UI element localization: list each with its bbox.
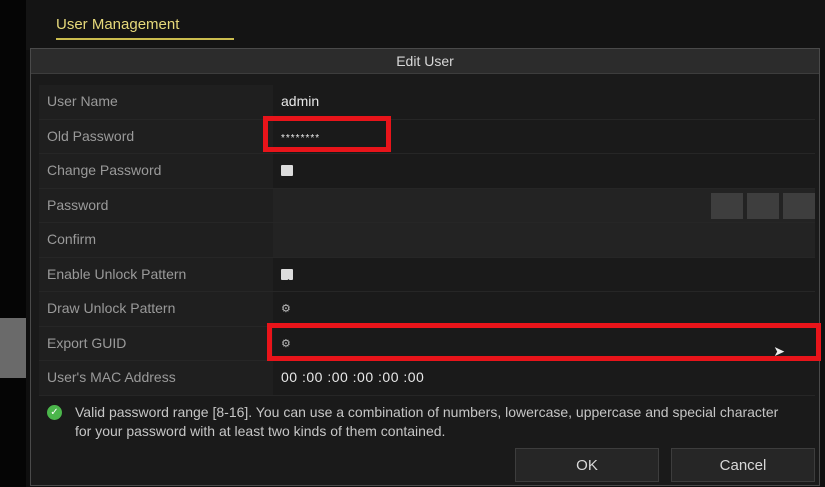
row-enable-unlock-pattern: Enable Unlock Pattern	[39, 257, 815, 299]
password-strength-meter	[711, 192, 815, 219]
strength-segment	[783, 192, 815, 219]
enable-unlock-pattern-cell	[273, 258, 815, 299]
hint-text: Valid password range [8-16]. You can use…	[75, 404, 779, 439]
confirm-label: Confirm	[39, 223, 273, 257]
mac-address-label: User's MAC Address	[39, 361, 273, 395]
edit-user-dialog: Edit User User Name admin Old Password *…	[30, 48, 821, 486]
strength-segment	[747, 192, 779, 219]
row-user-name: User Name admin	[39, 85, 815, 120]
row-mac-address: User's MAC Address 00 :00 :00 :00 :00 :0…	[39, 361, 815, 396]
dialog-title: Edit User	[31, 49, 819, 74]
enable-unlock-pattern-label: Enable Unlock Pattern	[39, 257, 273, 291]
top-bar: User Management	[26, 0, 825, 50]
change-password-label: Change Password	[39, 154, 273, 188]
side-tab[interactable]	[0, 318, 26, 378]
password-label: Password	[39, 188, 273, 222]
old-password-highlight	[263, 116, 391, 152]
row-old-password: Old Password ********	[39, 119, 815, 154]
password-hint: ✓ Valid password range [8-16]. You can u…	[47, 403, 787, 441]
checkmark-icon: ✓	[47, 405, 62, 420]
cancel-button[interactable]: Cancel	[671, 448, 815, 482]
change-password-cell	[273, 154, 815, 188]
mac-address-field[interactable]: 00 :00 :00 :00 :00 :00	[273, 361, 815, 395]
row-draw-unlock-pattern: Draw Unlock Pattern ⚙	[39, 292, 815, 327]
confirm-field[interactable]	[273, 223, 815, 257]
user-name-label: User Name	[39, 85, 273, 119]
row-password: Password	[39, 188, 815, 223]
tab-underline	[56, 38, 234, 40]
user-name-field[interactable]: admin	[273, 85, 815, 119]
gear-icon[interactable]: ⚙	[281, 292, 291, 325]
change-password-checkbox[interactable]	[281, 165, 293, 176]
draw-unlock-pattern-cell: ⚙	[273, 292, 815, 326]
left-strip	[0, 0, 26, 487]
row-change-password: Change Password	[39, 154, 815, 189]
export-guid-label: Export GUID	[39, 326, 273, 360]
export-guid-highlight	[267, 323, 821, 361]
ok-button[interactable]: OK	[515, 448, 659, 482]
old-password-label: Old Password	[39, 119, 273, 153]
row-confirm: Confirm	[39, 223, 815, 258]
draw-unlock-pattern-label: Draw Unlock Pattern	[39, 292, 273, 326]
strength-segment	[711, 192, 743, 219]
enable-unlock-pattern-checkbox[interactable]	[281, 266, 293, 299]
tab-user-management[interactable]: User Management	[56, 16, 179, 33]
